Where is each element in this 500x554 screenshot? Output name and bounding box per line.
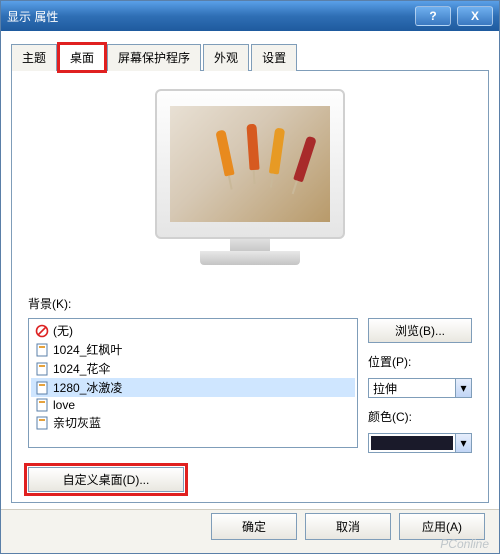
list-item[interactable]: 亲切灰蓝	[31, 413, 355, 432]
tab-label: 设置	[262, 51, 286, 65]
file-icon	[35, 416, 49, 430]
cancel-button-label: 取消	[336, 520, 360, 534]
help-button[interactable]: ?	[415, 6, 451, 26]
tab-strip: 主题 桌面 屏幕保护程序 外观 设置	[11, 43, 489, 71]
list-item[interactable]: (无)	[31, 321, 355, 340]
background-label: 背景(K):	[28, 295, 472, 312]
file-icon	[35, 398, 49, 412]
wallpaper-preview	[170, 106, 330, 222]
list-item-label: 1024_红枫叶	[53, 341, 122, 358]
titlebar-buttons: ? X	[415, 6, 493, 26]
background-listbox[interactable]: (无) 1024_红枫叶 1024_花伞 1280_冰激凌	[28, 318, 358, 448]
list-item[interactable]: 1024_花伞	[31, 359, 355, 378]
list-item-label: 亲切灰蓝	[53, 414, 101, 431]
file-icon	[35, 343, 49, 357]
desktop-tab-panel: 背景(K): (无) 1024_红枫叶	[11, 71, 489, 503]
chevron-down-icon: ▾	[455, 379, 471, 397]
ok-button-label: 确定	[242, 520, 266, 534]
tab-theme[interactable]: 主题	[11, 44, 57, 71]
tab-label: 主题	[22, 51, 46, 65]
close-icon: X	[471, 9, 479, 23]
tab-label: 外观	[214, 51, 238, 65]
list-item[interactable]: 1024_红枫叶	[31, 340, 355, 359]
tab-desktop[interactable]: 桌面	[59, 44, 105, 71]
tab-appearance[interactable]: 外观	[203, 44, 249, 71]
list-item-label: love	[53, 398, 75, 412]
position-value: 拉伸	[369, 380, 455, 397]
side-controls: 浏览(B)... 位置(P): 拉伸 ▾ 颜色(C): ▾	[368, 318, 472, 453]
display-properties-window: 显示 属性 ? X 主题 桌面 屏幕保护程序 外观 设置	[0, 0, 500, 554]
close-button[interactable]: X	[457, 6, 493, 26]
ok-button[interactable]: 确定	[211, 513, 297, 540]
file-icon	[35, 362, 49, 376]
list-item-label: (无)	[53, 322, 73, 339]
color-swatch	[371, 436, 453, 450]
none-icon	[35, 324, 49, 338]
monitor-icon	[150, 89, 350, 279]
monitor-preview	[28, 89, 472, 279]
customize-desktop-button[interactable]: 自定义桌面(D)...	[28, 467, 184, 492]
dialog-footer: 确定 取消 应用(A)	[1, 509, 499, 553]
browse-button[interactable]: 浏览(B)...	[368, 318, 472, 343]
apply-button-label: 应用(A)	[422, 520, 462, 534]
tab-settings[interactable]: 设置	[251, 44, 297, 71]
position-label: 位置(P):	[368, 353, 472, 370]
list-item-label: 1280_冰激凌	[53, 379, 122, 396]
tab-label: 桌面	[70, 51, 94, 65]
tab-label: 屏幕保护程序	[118, 51, 190, 65]
titlebar: 显示 属性 ? X	[1, 1, 499, 31]
cancel-button[interactable]: 取消	[305, 513, 391, 540]
help-icon: ?	[429, 9, 436, 23]
tab-screensaver[interactable]: 屏幕保护程序	[107, 44, 201, 71]
color-select[interactable]: ▾	[368, 433, 472, 453]
position-select[interactable]: 拉伸 ▾	[368, 378, 472, 398]
browse-button-label: 浏览(B)...	[395, 324, 445, 338]
color-label: 颜色(C):	[368, 408, 472, 425]
apply-button[interactable]: 应用(A)	[399, 513, 485, 540]
list-item-label: 1024_花伞	[53, 360, 110, 377]
window-body: 主题 桌面 屏幕保护程序 外观 设置	[1, 31, 499, 509]
chevron-down-icon: ▾	[455, 434, 471, 452]
window-title: 显示 属性	[7, 8, 415, 25]
customize-desktop-label: 自定义桌面(D)...	[63, 473, 150, 487]
list-item[interactable]: 1280_冰激凌	[31, 378, 355, 397]
list-item[interactable]: love	[31, 397, 355, 413]
file-icon	[35, 381, 49, 395]
